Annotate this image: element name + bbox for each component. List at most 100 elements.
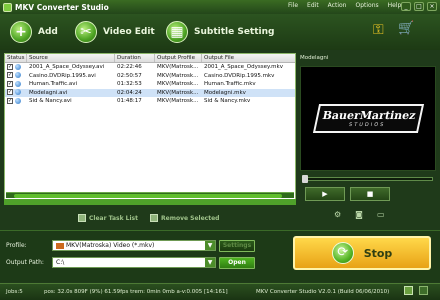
- row-status: ✓: [5, 80, 27, 89]
- cell-duration: 01:32:53: [117, 81, 142, 87]
- preview-screen: BauerMartinez STUDIOS: [300, 66, 436, 171]
- close-button[interactable]: ×: [427, 2, 437, 11]
- list-footer-bar: [4, 199, 296, 205]
- menu-help[interactable]: Help: [388, 2, 402, 9]
- cell-profile: MKV(Matrosk...: [157, 98, 199, 104]
- subtitle-setting-button[interactable]: ▦ Subtitle Setting: [166, 20, 274, 44]
- minimize-button[interactable]: _: [401, 2, 411, 11]
- clear-task-list-button[interactable]: Clear Task List: [78, 214, 138, 222]
- cart-icon[interactable]: 🛒: [398, 21, 416, 37]
- menu-file[interactable]: File: [288, 2, 298, 9]
- settings-button[interactable]: Settings: [219, 240, 255, 252]
- remove-label: Remove Selected: [161, 214, 220, 222]
- task-list[interactable]: Status Source Duration Output Profile Ou…: [4, 53, 296, 200]
- horizontal-scrollbar[interactable]: [6, 192, 294, 198]
- resize-grip[interactable]: [419, 286, 428, 295]
- table-row[interactable]: ✓ Casino.DVDRip.1995.avi 02:50:57 MKV(Ma…: [5, 72, 295, 81]
- profile-value: MKV(Matroska) Video (*.mkv): [66, 242, 155, 249]
- preview-title: Modelagni: [300, 55, 329, 61]
- folder-icon[interactable]: ▭: [377, 210, 385, 219]
- open-button[interactable]: Open: [219, 257, 255, 269]
- cell-profile: MKV(Matrosk...: [157, 64, 199, 70]
- menu-options[interactable]: Options: [355, 2, 378, 9]
- output-path-value: C:\: [56, 259, 65, 266]
- output-path-field[interactable]: C:\ ▼: [52, 257, 216, 268]
- checkbox[interactable]: ✓: [7, 97, 13, 104]
- status-icon: [15, 80, 21, 87]
- table-row[interactable]: ✓ Human.Traffic.avi 01:32:53 MKV(Matrosk…: [5, 80, 295, 89]
- cell-source: Casino.DVDRip.1995.avi: [29, 72, 96, 79]
- menu-action[interactable]: Action: [328, 2, 347, 9]
- maximize-button[interactable]: □: [414, 2, 424, 11]
- chevron-down-icon[interactable]: ▼: [205, 258, 215, 267]
- cell-duration: 02:22:46: [117, 64, 142, 70]
- checkbox[interactable]: ✓: [7, 89, 13, 95]
- checkbox[interactable]: ✓: [7, 80, 13, 87]
- table-header: Status Source Duration Output Profile Ou…: [5, 54, 295, 63]
- status-icon: [15, 63, 21, 70]
- seek-handle[interactable]: [302, 175, 308, 183]
- logo-sub-text: STUDIOS: [347, 122, 386, 128]
- status-icon: [15, 72, 21, 78]
- table-row[interactable]: ✓ Modelagni.avi 02:04:24 MKV(Matrosk... …: [5, 88, 295, 98]
- profile-label: Profile:: [6, 242, 27, 249]
- settings-icon[interactable]: ⚙: [334, 210, 341, 219]
- scrollbar-thumb[interactable]: [14, 194, 282, 198]
- status-icon: [15, 89, 21, 95]
- menu-edit[interactable]: Edit: [307, 2, 319, 9]
- cell-source: Human.Traffic.avi: [29, 81, 78, 87]
- table-row[interactable]: ✓ 2001_A_Space_Odyssey.avi 02:22:46 MKV(…: [5, 63, 295, 72]
- cell-file: 2001_A_Space_Odyssey.mkv: [204, 64, 283, 70]
- checkbox[interactable]: ✓: [7, 63, 13, 70]
- status-bar: Jobs:5 pos: 32.0s 809F (9%) 61.59fps tre…: [0, 283, 440, 300]
- cell-file: Human.Traffic.mkv: [204, 81, 256, 87]
- cell-duration: 02:04:24: [117, 89, 142, 96]
- remove-icon: [150, 214, 158, 222]
- key-icon[interactable]: ⚿: [373, 22, 389, 38]
- version-text: MKV Converter Studio V2.0.1 (Build 06/06…: [256, 289, 390, 295]
- seek-bar[interactable]: [302, 175, 433, 183]
- video-edit-label: Video Edit: [103, 27, 155, 37]
- cell-profile: MKV(Matrosk...: [157, 72, 199, 79]
- header-duration[interactable]: Duration: [115, 54, 155, 62]
- conversion-progress-text: pos: 32.0s 809F (9%) 61.59fps trem: 0min…: [44, 289, 228, 295]
- stop-preview-button[interactable]: ■: [350, 187, 390, 201]
- cell-source: Sid & Nancy.avi: [29, 98, 72, 104]
- clear-icon: [78, 214, 86, 222]
- stop-conversion-button[interactable]: ⟳ Stop: [293, 236, 431, 270]
- stop-icon: ■: [366, 190, 374, 198]
- checkbox[interactable]: ✓: [7, 72, 13, 78]
- refresh-icon: ⟳: [331, 242, 354, 264]
- row-status: ✓: [5, 89, 27, 98]
- table-row[interactable]: ✓ Sid & Nancy.avi 01:48:17 MKV(Matrosk..…: [5, 97, 295, 106]
- cell-source: Modelagni.avi: [29, 89, 68, 96]
- window-controls: _ □ ×: [401, 2, 437, 11]
- window-title: MKV Converter Studio: [15, 2, 109, 12]
- cell-duration: 02:50:57: [117, 72, 142, 79]
- add-button[interactable]: + Add: [10, 20, 58, 44]
- studio-logo: BauerMartinez STUDIOS: [312, 104, 424, 133]
- header-output-profile[interactable]: Output Profile: [155, 54, 202, 62]
- cell-source: 2001_A_Space_Odyssey.avi: [29, 64, 105, 70]
- cell-file: Casino.DVDRip.1995.mkv: [204, 72, 275, 79]
- subtitle-icon: ▦: [166, 21, 188, 43]
- cell-profile: MKV(Matrosk...: [157, 81, 199, 87]
- profile-select[interactable]: MKV(Matroska) Video (*.mkv) ▼: [52, 240, 216, 251]
- status-info-icon[interactable]: [404, 286, 413, 295]
- plus-icon: +: [10, 21, 32, 43]
- header-status[interactable]: Status: [5, 54, 27, 62]
- output-path-label: Output Path:: [6, 259, 44, 266]
- stop-label: Stop: [363, 246, 393, 260]
- video-edit-button[interactable]: ✂ Video Edit: [75, 20, 155, 44]
- cell-file: Modelagni.mkv: [204, 89, 246, 96]
- remove-selected-button[interactable]: Remove Selected: [150, 214, 219, 222]
- subtitle-label: Subtitle Setting: [194, 27, 275, 37]
- snapshot-icon[interactable]: ◙: [355, 210, 363, 219]
- scissors-icon: ✂: [75, 21, 97, 43]
- chevron-down-icon[interactable]: ▼: [205, 241, 215, 250]
- cell-profile: MKV(Matrosk...: [157, 89, 199, 96]
- row-status: ✓: [5, 97, 27, 106]
- header-source[interactable]: Source: [27, 54, 115, 62]
- header-output-file[interactable]: Output File: [202, 54, 295, 62]
- play-button[interactable]: ▶: [305, 187, 345, 201]
